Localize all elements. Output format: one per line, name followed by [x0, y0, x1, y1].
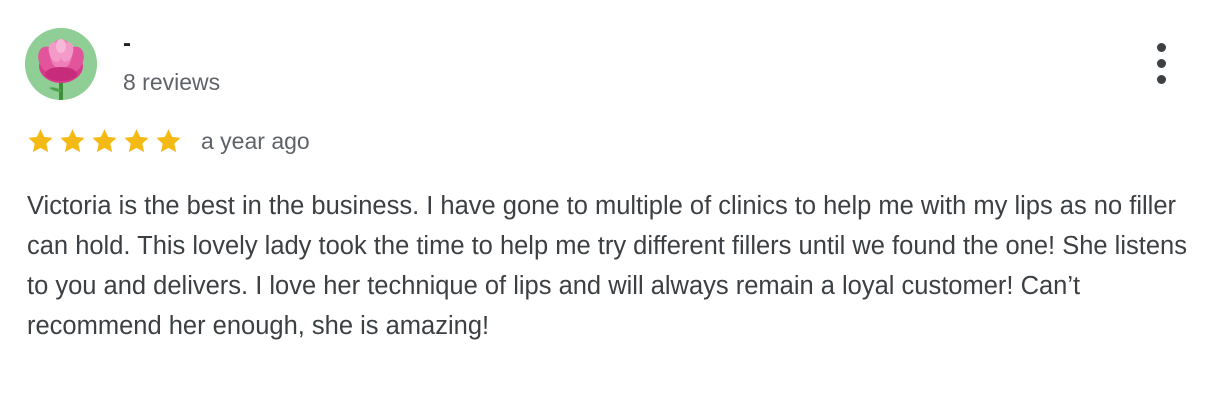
more-vertical-icon-dot — [1156, 74, 1166, 84]
star-icon — [92, 129, 117, 153]
more-vertical-icon-dot — [1156, 58, 1166, 68]
star-icon — [156, 129, 181, 153]
star-icon — [124, 129, 149, 153]
review-text: Victoria is the best in the business. I … — [27, 192, 1187, 340]
more-vertical-icon — [1156, 42, 1166, 52]
rating-row: a year ago — [26, 124, 310, 158]
review-card: - 8 reviews a year ago Victoria is the b… — [0, 0, 1230, 414]
star-icon — [28, 129, 53, 153]
avatar[interactable] — [25, 28, 97, 100]
more-options-button[interactable] — [1144, 40, 1178, 86]
reviewer-name[interactable]: - — [123, 30, 131, 58]
star-rating — [26, 127, 183, 155]
star-icon — [60, 129, 85, 153]
review-time: a year ago — [201, 128, 310, 154]
pink-flower-icon — [25, 28, 97, 100]
review-count: 8 reviews — [123, 69, 221, 95]
